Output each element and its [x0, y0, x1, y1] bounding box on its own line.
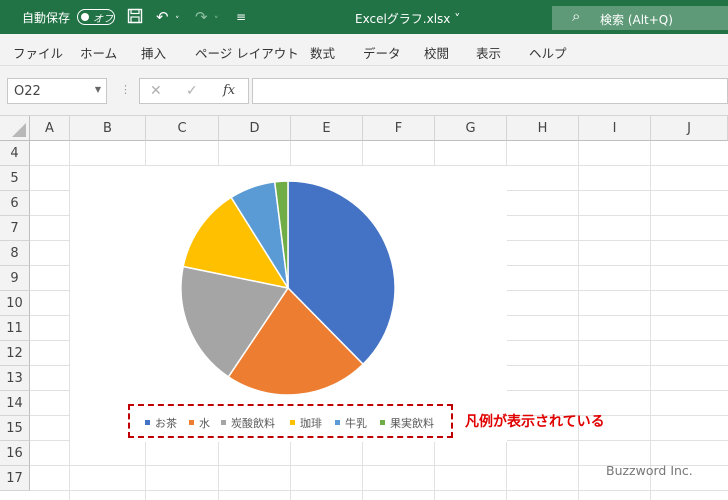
select-all-button[interactable] [0, 116, 30, 141]
redo-dropdown-icon[interactable]: ˅ [214, 12, 219, 30]
legend-label: お茶 [155, 417, 177, 430]
tab-home[interactable]: ホーム [80, 43, 117, 62]
legend-item-milk: 牛乳 [335, 415, 367, 431]
ribbon-tabs: ファイル ホーム 挿入 ページ レイアウト 数式 データ 校閲 表示 ヘルプ [0, 34, 728, 66]
column-header[interactable]: G [435, 116, 507, 141]
tab-review[interactable]: 校閲 [424, 43, 449, 62]
formula-bar-grip-icon[interactable]: ⋮ [120, 83, 131, 96]
chart-legend[interactable]: お茶 水 炭酸飲料 珈琲 牛乳 果実飲料 [128, 404, 453, 438]
row-header[interactable]: 5 [0, 166, 30, 191]
row-header[interactable]: 10 [0, 291, 30, 316]
pie-chart-plot [180, 180, 396, 396]
row-header[interactable]: 12 [0, 341, 30, 366]
legend-label: 果実飲料 [390, 417, 434, 430]
toggle-text: オフ [93, 14, 113, 25]
row-header[interactable]: 8 [0, 241, 30, 266]
row-header[interactable]: 16 [0, 441, 30, 466]
title-bar: 自動保存 オフ ↶ ˅ ↷ ˅ ≡ Excelグラフ.xlsx ˅ ⌕ 検索 (… [0, 0, 728, 34]
column-header[interactable]: A [30, 116, 70, 141]
legend-item-tea: お茶 [145, 415, 177, 431]
column-header[interactable]: D [219, 116, 291, 141]
tab-page-layout[interactable]: ページ レイアウト [195, 43, 299, 62]
formula-bar: O22 ▼ ⋮ ✕ ✓ fx [0, 66, 728, 116]
formula-input[interactable] [252, 78, 728, 104]
column-header[interactable]: B [70, 116, 146, 141]
undo-dropdown-icon[interactable]: ˅ [175, 12, 180, 30]
cancel-icon[interactable]: ✕ [150, 83, 162, 99]
row-header[interactable]: 6 [0, 191, 30, 216]
watermark: Buzzword Inc. [606, 463, 693, 478]
annotation-callout: 凡例が表示されている [465, 414, 605, 430]
column-header[interactable]: J [651, 116, 728, 141]
row-header[interactable]: 9 [0, 266, 30, 291]
customize-toolbar-icon[interactable]: ≡ [236, 8, 246, 26]
legend-label: 炭酸飲料 [231, 417, 275, 430]
legend-item-juice: 果実飲料 [380, 415, 434, 431]
search-icon: ⌕ [572, 7, 581, 25]
redo-icon[interactable]: ↷ [195, 8, 208, 26]
formula-buttons: ✕ ✓ fx [139, 78, 249, 104]
legend-item-water: 水 [189, 415, 210, 431]
row-header[interactable]: 7 [0, 216, 30, 241]
legend-label: 牛乳 [345, 417, 367, 430]
search-box[interactable]: ⌕ 検索 (Alt+Q) [552, 6, 728, 30]
row-header[interactable]: 14 [0, 391, 30, 416]
name-box-dropdown-icon[interactable]: ▼ [95, 85, 101, 94]
tab-file[interactable]: ファイル [13, 43, 63, 62]
tab-formulas[interactable]: 数式 [310, 43, 335, 62]
row-header[interactable]: 4 [0, 141, 30, 166]
insert-function-icon[interactable]: fx [223, 83, 235, 98]
tab-insert[interactable]: 挿入 [141, 43, 166, 62]
row-header[interactable]: 17 [0, 466, 30, 491]
undo-icon[interactable]: ↶ [156, 8, 169, 26]
column-header[interactable]: H [507, 116, 579, 141]
enter-icon[interactable]: ✓ [186, 83, 198, 99]
row-header[interactable]: 13 [0, 366, 30, 391]
tab-view[interactable]: 表示 [476, 43, 501, 62]
toggle-knob [81, 12, 89, 21]
search-placeholder: 検索 (Alt+Q) [600, 13, 673, 27]
name-box-value: O22 [14, 84, 41, 99]
row-header[interactable]: 15 [0, 416, 30, 441]
column-header[interactable]: E [291, 116, 363, 141]
column-header[interactable]: F [363, 116, 435, 141]
tab-help[interactable]: ヘルプ [529, 43, 567, 62]
legend-item-soda: 炭酸飲料 [221, 415, 275, 431]
tab-data[interactable]: データ [363, 43, 401, 62]
column-header[interactable]: I [579, 116, 651, 141]
autosave-toggle[interactable]: オフ [77, 9, 115, 25]
save-icon[interactable] [127, 8, 143, 28]
file-name[interactable]: Excelグラフ.xlsx ˅ [355, 10, 460, 27]
column-header[interactable]: C [146, 116, 219, 141]
legend-label: 水 [199, 417, 210, 430]
legend-label: 珈琲 [300, 417, 322, 430]
pie-chart[interactable] [70, 166, 507, 442]
row-header[interactable]: 11 [0, 316, 30, 341]
name-box[interactable]: O22 ▼ [7, 78, 107, 104]
autosave-label: 自動保存 [22, 11, 71, 25]
legend-item-coffee: 珈琲 [290, 415, 322, 431]
